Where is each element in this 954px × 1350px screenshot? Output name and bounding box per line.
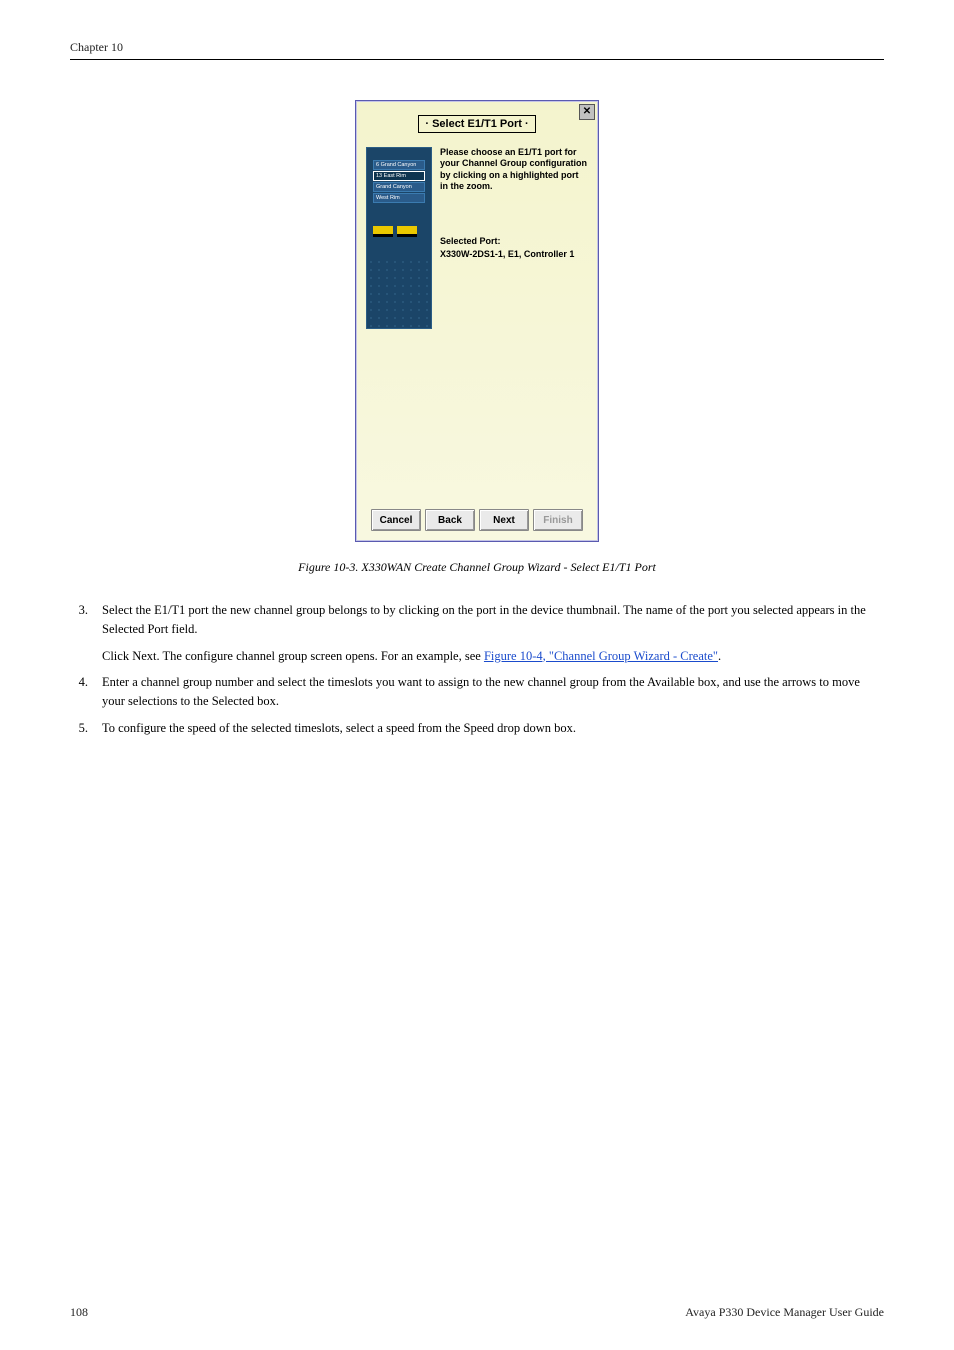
port-icon[interactable] — [412, 226, 417, 237]
figure-caption: Figure 10-3. X330WAN Create Channel Grou… — [70, 560, 884, 575]
port-group-b[interactable] — [397, 226, 417, 237]
steps-list: 3. Select the E1/T1 port the new channel… — [70, 601, 884, 738]
page-number: 108 — [70, 1305, 88, 1320]
close-icon[interactable]: ✕ — [579, 104, 595, 120]
port-group-a[interactable] — [373, 226, 393, 237]
pattern-deco — [367, 258, 431, 328]
selected-port-block: Selected Port: X330W-2DS1-1, E1, Control… — [440, 236, 588, 261]
map-slot-0[interactable]: 6 Grand Canyon — [373, 160, 425, 170]
map-slot-2[interactable]: Grand Canyon — [373, 182, 425, 192]
back-button[interactable]: Back — [425, 509, 475, 531]
step-3-sub-pre: Click Next. The configure channel group … — [102, 649, 484, 663]
dialog-body: 6 Grand Canyon 13 East Rim Grand Canyon … — [356, 133, 598, 329]
step-3-sub: Click Next. The configure channel group … — [102, 647, 884, 666]
next-button[interactable]: Next — [479, 509, 529, 531]
figure-link[interactable]: Figure 10-4, "Channel Group Wizard - Cre… — [484, 649, 718, 663]
step-4: 4. Enter a channel group number and sele… — [70, 673, 884, 711]
step-3: 3. Select the E1/T1 port the new channel… — [70, 601, 884, 639]
port-icon[interactable] — [388, 226, 393, 237]
doc-title: Avaya P330 Device Manager User Guide — [685, 1305, 884, 1320]
step-3-sub-post: . — [718, 649, 721, 663]
figure-container: ✕ · Select E1/T1 Port · 6 Grand Canyon 1… — [70, 100, 884, 542]
header-rule — [70, 59, 884, 60]
selected-port-label: Selected Port: — [440, 236, 588, 247]
instruction-text: Please choose an E1/T1 port for your Cha… — [440, 147, 588, 192]
chapter-label: Chapter 10 — [70, 40, 884, 55]
map-slot-1[interactable]: 13 East Rim — [373, 171, 425, 181]
step-text: Select the E1/T1 port the new channel gr… — [102, 601, 884, 639]
step-text: To configure the speed of the selected t… — [102, 719, 576, 738]
map-slot-3[interactable]: West Rim — [373, 193, 425, 203]
step-number: 4. — [70, 673, 88, 711]
finish-button: Finish — [533, 509, 583, 531]
dialog-instructions: Please choose an E1/T1 port for your Cha… — [440, 147, 588, 329]
step-number: 3. — [70, 601, 88, 639]
dialog-button-row: Cancel Back Next Finish — [356, 509, 598, 531]
step-number: 5. — [70, 719, 88, 738]
page-footer: 108 Avaya P330 Device Manager User Guide — [70, 1305, 884, 1320]
map-labels: 6 Grand Canyon 13 East Rim Grand Canyon … — [373, 160, 425, 204]
dialog-title: · Select E1/T1 Port · — [418, 115, 535, 133]
step-5: 5. To configure the speed of the selecte… — [70, 719, 884, 738]
wizard-dialog: ✕ · Select E1/T1 Port · 6 Grand Canyon 1… — [355, 100, 599, 542]
dialog-title-wrap: · Select E1/T1 Port · — [356, 115, 598, 133]
selected-port-value: X330W-2DS1-1, E1, Controller 1 — [440, 249, 588, 260]
device-zoom-panel[interactable]: 6 Grand Canyon 13 East Rim Grand Canyon … — [366, 147, 432, 329]
cancel-button[interactable]: Cancel — [371, 509, 421, 531]
step-text: Enter a channel group number and select … — [102, 673, 884, 711]
port-row — [373, 226, 417, 237]
